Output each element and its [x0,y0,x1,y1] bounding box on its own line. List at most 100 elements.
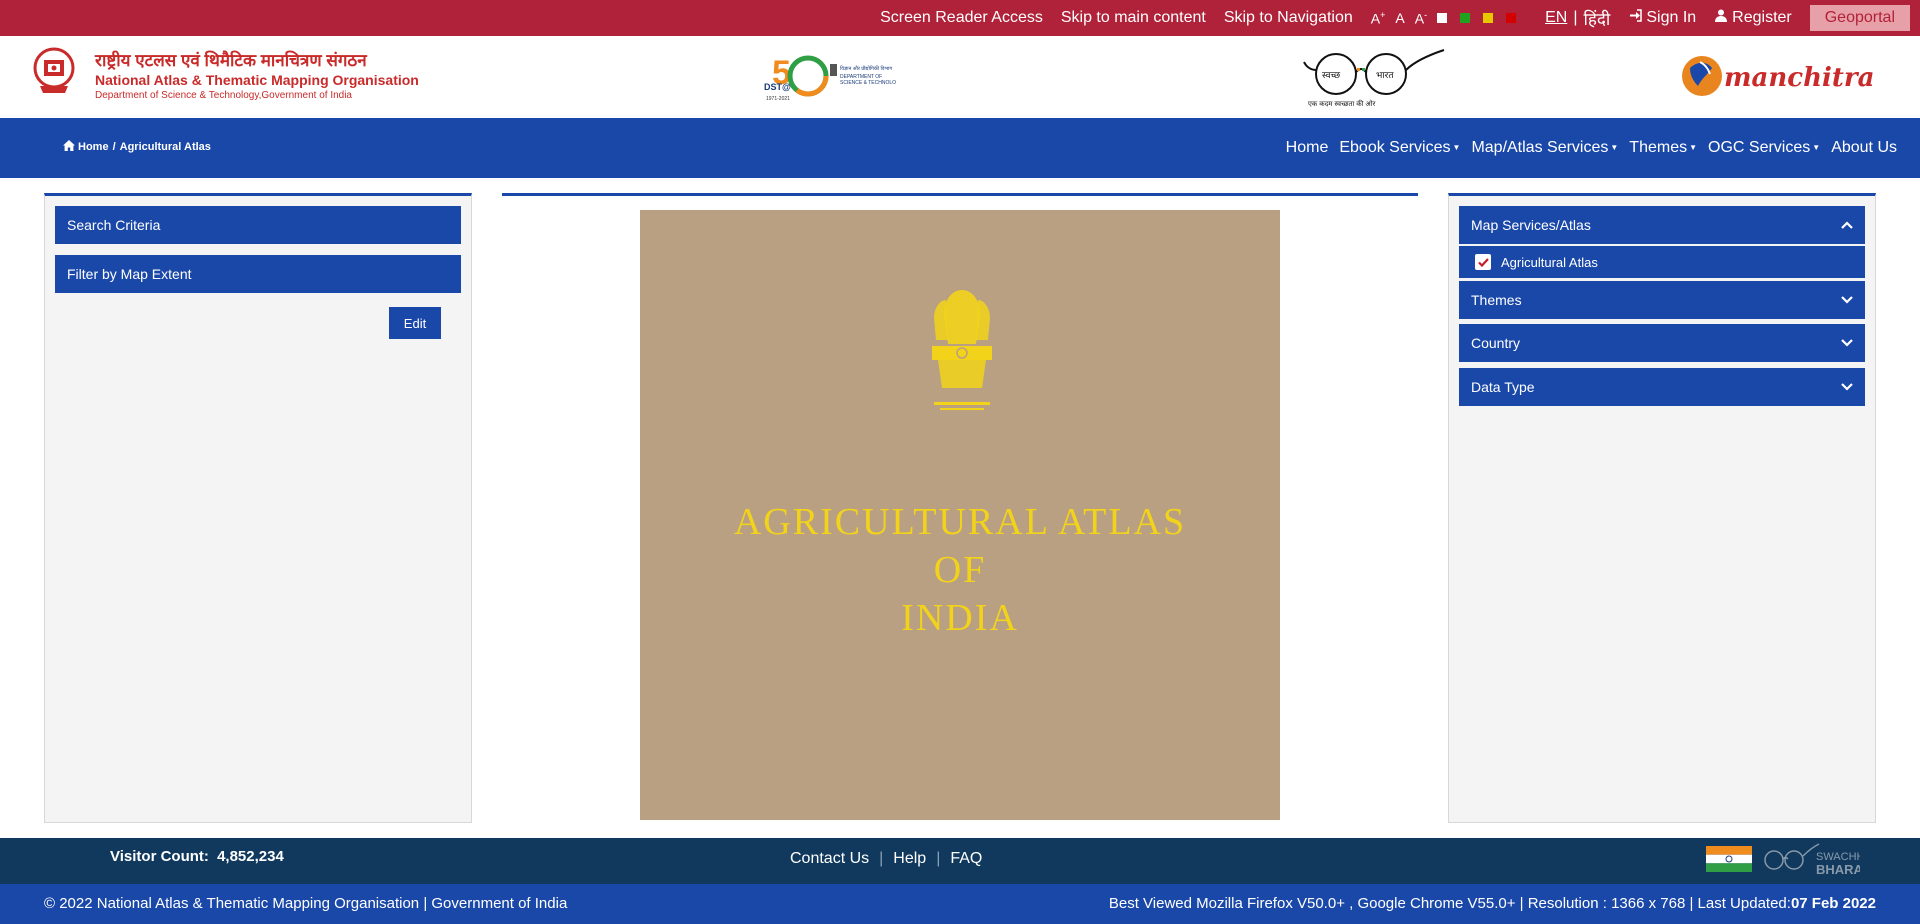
theme-white-swatch[interactable] [1437,13,1448,23]
skip-main-link[interactable]: Skip to main content [1061,9,1206,27]
dst-50-years-logo-icon: 5 DST@ 1971-2021 विज्ञान और प्रौद्योगिकी… [764,54,896,102]
agricultural-atlas-checkbox[interactable] [1475,254,1491,270]
visitor-count: Visitor Count: 4,852,234 [110,848,284,865]
footer-bottom: © 2022 National Atlas & Thematic Mapping… [0,884,1920,924]
geoportal-button[interactable]: Geoportal [1809,5,1910,31]
nav-item-ebook-services[interactable]: Ebook Services ▼ [1339,139,1460,157]
country-label: Country [1471,335,1521,351]
data-type-header[interactable]: Data Type [1459,368,1865,406]
sign-in-label: Sign In [1646,9,1697,26]
lang-hindi-link[interactable]: हिंदी [1583,7,1610,30]
svg-text:एक कदम स्वच्छता की ओर: एक कदम स्वच्छता की ओर [1308,99,1376,108]
natmo-logo-icon[interactable] [32,46,76,96]
lang-en-link[interactable]: EN [1545,9,1567,27]
theme-green-swatch[interactable] [1460,13,1471,23]
breadcrumb-separator: / [112,141,116,153]
svg-text:भारत: भारत [1376,70,1394,80]
visitor-count-label: Visitor Count: [110,848,209,865]
font-normal-button[interactable]: A [1395,10,1404,26]
india-flag-icon [1706,846,1752,872]
ashoka-emblem-icon [932,290,992,410]
left-filter-panel: Search Criteria Filter by Map Extent Edi… [44,193,472,823]
search-criteria-label: Search Criteria [67,217,161,233]
lang-separator: | [1573,9,1578,26]
theme-yellow-swatch[interactable] [1483,13,1494,23]
utility-links: Screen Reader Access Skip to main conten… [880,0,1910,36]
chevron-down-icon [1841,380,1853,394]
font-increase-button[interactable]: A+ [1371,10,1386,27]
nav-item-home[interactable]: Home [1286,139,1329,157]
cover-title-line3: INDIA [901,597,1019,639]
svg-text:BHARAT: BHARAT [1816,862,1860,877]
browser-info: Best Viewed Mozilla Firefox V50.0+ , Goo… [1109,895,1876,912]
top-utility-bar: Screen Reader Access Skip to main conten… [0,0,1920,36]
theme-red-swatch[interactable] [1506,13,1517,23]
nav-menu: Home Ebook Services ▼ Map/Atlas Services ▼… [1275,118,1897,178]
caret-down-icon: ▼ [1452,143,1461,153]
home-icon [63,140,75,154]
svg-text:DST@: DST@ [764,82,791,92]
nav-item-map-atlas-services[interactable]: Map/Atlas Services ▼ [1471,139,1618,157]
caret-down-icon: ▼ [1812,143,1821,153]
chevron-down-icon [1841,293,1853,307]
right-filter-panel: Map Services/Atlas Agricultural Atlas Th… [1448,193,1876,823]
chevron-down-icon [1841,336,1853,350]
logo-header: राष्ट्रीय एटलस एवं थिमैटिक मानचित्रण संग… [0,36,1920,118]
contact-us-link[interactable]: Contact Us [790,850,869,868]
svg-text:स्वच्छ: स्वच्छ [1322,70,1341,80]
footer-top: Visitor Count: 4,852,234 Contact Us | He… [0,838,1920,884]
agricultural-atlas-label: Agricultural Atlas [1501,254,1598,270]
breadcrumb-home[interactable]: Home [78,141,109,153]
nav-item-about-us[interactable]: About Us [1831,139,1897,157]
caret-down-icon: ▼ [1610,143,1619,153]
org-name-hindi: राष्ट्रीय एटलस एवं थिमैटिक मानचित्रण संग… [95,51,367,70]
copyright-text: © 2022 National Atlas & Thematic Mapping… [44,895,568,912]
swachh-bharat-logo-icon: स्वच्छ भारत एक कदम स्वच्छता की ओर [1303,49,1445,108]
faq-link[interactable]: FAQ [950,850,982,868]
swachh-bharat-footer-logo-icon: SWACHH BHARAT [1764,843,1860,877]
sign-in-link[interactable]: Sign In [1628,9,1696,27]
register-link[interactable]: Register [1714,9,1792,27]
svg-text:manchitran: manchitran [1724,63,1876,93]
main-navbar: Home / Agricultural Atlas Home Ebook Ser… [0,118,1920,178]
svg-text:SCIENCE & TECHNOLOGY: SCIENCE & TECHNOLOGY [840,80,896,86]
caret-down-icon: ▼ [1689,143,1698,153]
themes-header[interactable]: Themes [1459,281,1865,319]
skip-navigation-link[interactable]: Skip to Navigation [1224,9,1353,27]
chevron-up-icon [1841,218,1853,232]
sign-in-icon [1628,9,1642,27]
manchitran-logo-icon[interactable]: manchitran [1680,52,1876,100]
atlas-viewer-panel: AGRICULTURAL ATLAS OF INDIA [502,193,1418,823]
nav-label: Ebook Services [1339,139,1451,156]
cover-title-line1: AGRICULTURAL ATLAS [733,501,1187,543]
themes-label: Themes [1471,292,1522,308]
footer-links: Contact Us | Help | FAQ [790,850,982,868]
svg-text:1971-2021: 1971-2021 [766,96,790,102]
edit-button[interactable]: Edit [389,307,441,339]
data-type-label: Data Type [1471,379,1535,395]
visitor-count-value: 4,852,234 [217,848,284,865]
best-viewed-text: Best Viewed Mozilla Firefox V50.0+ , Goo… [1108,895,1791,912]
cover-title-line2: OF [933,549,987,591]
nav-item-themes[interactable]: Themes ▼ [1629,139,1697,157]
user-icon [1714,9,1728,27]
country-header[interactable]: Country [1459,324,1865,362]
filter-map-extent-header[interactable]: Filter by Map Extent [55,255,461,293]
org-name-english: National Atlas & Thematic Mapping Organi… [95,72,419,88]
font-decrease-button[interactable]: A- [1415,10,1427,27]
nav-item-ogc-services[interactable]: OGC Services ▼ [1708,139,1820,157]
svg-text:विज्ञान और प्रौद्योगिकी विभाग: विज्ञान और प्रौद्योगिकी विभाग [840,65,892,72]
map-services-header[interactable]: Map Services/Atlas [1459,206,1865,244]
register-label: Register [1732,9,1792,26]
breadcrumb-current: Agricultural Atlas [119,141,211,153]
map-services-label: Map Services/Atlas [1471,217,1591,233]
agricultural-atlas-option[interactable]: Agricultural Atlas [1459,246,1865,278]
screen-reader-link[interactable]: Screen Reader Access [880,9,1043,27]
filter-map-extent-label: Filter by Map Extent [67,266,192,282]
atlas-cover-image[interactable]: AGRICULTURAL ATLAS OF INDIA [640,210,1280,820]
search-criteria-header[interactable]: Search Criteria [55,206,461,244]
org-department: Department of Science & Technology,Gover… [95,90,352,101]
nav-label: About Us [1831,139,1897,156]
nav-label: OGC Services [1708,139,1811,156]
help-link[interactable]: Help [893,850,926,868]
